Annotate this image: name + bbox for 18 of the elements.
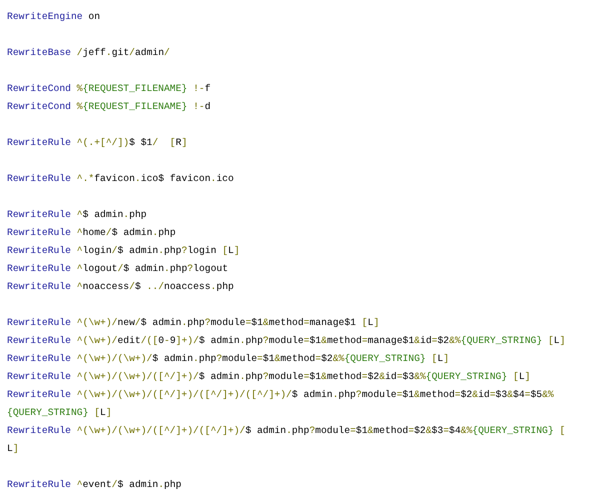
code-line: RewriteRule ^(\w+)/new/$ admin.php?module=$1&method=manage$1 [L] bbox=[7, 316, 380, 330]
code-line: RewriteRule ^.*favicon.ico$ favicon.ico bbox=[7, 172, 235, 186]
code-line: RewriteRule ^(\w+)/(\w+)/([^/]+)/$ admin.php?module=$1&method=$2&id=$3&%{QUERY_STRING} [L] bbox=[7, 370, 532, 384]
code-line: RewriteRule ^home/$ admin.php bbox=[7, 226, 177, 240]
code-line: RewriteRule ^(\w+)/(\w+)/([^/]+)/([^/]+)/$ admin.php?module=$1&method=$2&$3=$4&%{QUERY_STRING} [L] bbox=[7, 424, 566, 456]
code-line: RewriteRule ^$ admin.php bbox=[7, 208, 148, 222]
code-line: RewriteCond %{REQUEST_FILENAME} !-d bbox=[7, 100, 212, 114]
code-line: RewriteRule ^event/$ admin.php bbox=[7, 478, 182, 492]
code-line: RewriteBase /jeff.git/admin/ bbox=[7, 46, 171, 60]
code-line: RewriteRule ^login/$ admin.php?login [L] bbox=[7, 244, 241, 258]
code-line: RewriteRule ^(\w+)/(\w+)/$ admin.php?module=$1&method=$2&%{QUERY_STRING} [L] bbox=[7, 352, 450, 366]
code-line: RewriteRule ^noaccess/$ ../noaccess.php bbox=[7, 280, 235, 294]
code-line: RewriteRule ^(.+[^/])$ $1/ [R] bbox=[7, 136, 188, 150]
code-line: RewriteCond %{REQUEST_FILENAME} !-f bbox=[7, 82, 212, 96]
code-line: RewriteRule ^logout/$ admin.php?logout bbox=[7, 262, 230, 276]
code-line: RewriteRule ^(\w+)/edit/([0-9]+)/$ admin.php?module=$1&method=manage$1&id=$2&%{QUERY_STRING} [L] bbox=[7, 334, 566, 348]
code-line: RewriteRule ^(\w+)/(\w+)/([^/]+)/([^/]+)/([^/]+)/$ admin.php?module=$1&method=$2&id=$3&$4=$5&%{QUERY_STRING} [L] bbox=[7, 388, 555, 420]
code-line: RewriteEngine on bbox=[7, 10, 102, 24]
